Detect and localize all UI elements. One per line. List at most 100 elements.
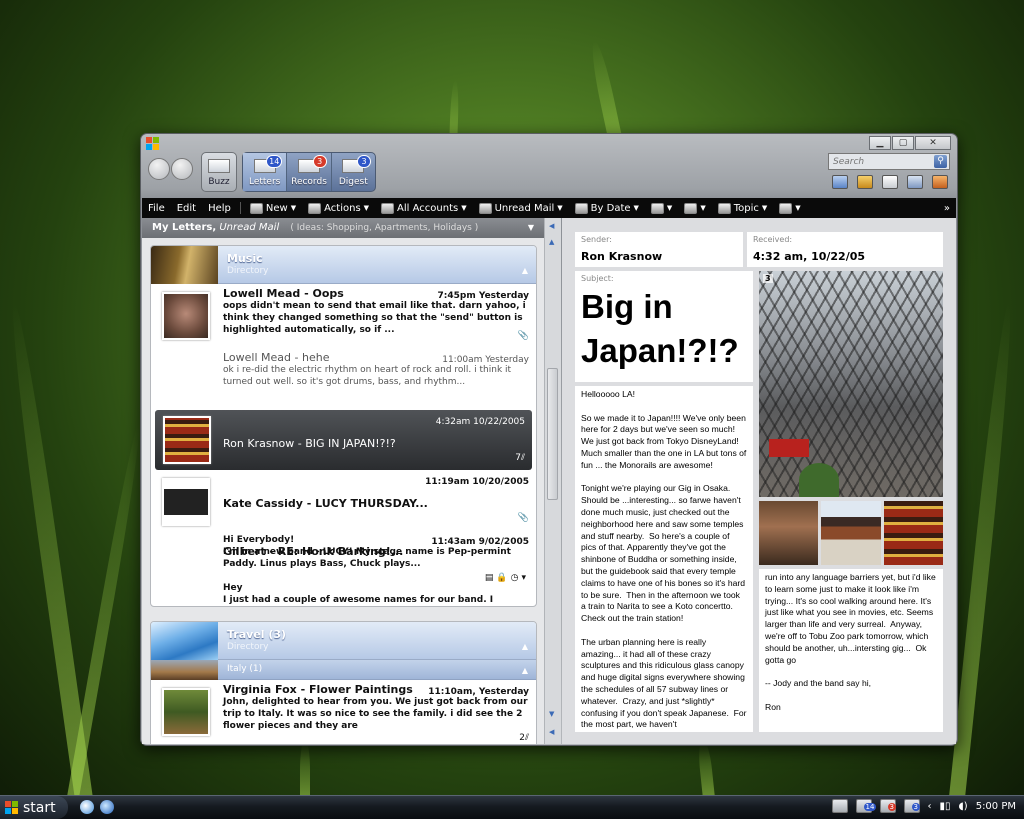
message-item[interactable]: Virginia Fox - Flower Paintings 11:10am,…: [151, 680, 536, 744]
group-travel: Travel (3) Directory ▲ Italy (1) ▲ Virgi…: [150, 621, 537, 744]
system-tray: 14 3 3 ‹ ▮▯ ◖) 5:00 PM: [831, 799, 1016, 813]
calendar-icon[interactable]: [832, 175, 848, 189]
view-letters-button[interactable]: 14 Letters: [243, 153, 288, 191]
forward-button[interactable]: [171, 158, 193, 180]
subject-label: Subject:: [581, 274, 614, 283]
message-body-column-1: Hellooooo LA! So we made it to Japan!!!!…: [575, 386, 753, 732]
photo-temple[interactable]: [821, 501, 881, 565]
view-letters-label: Letters: [248, 177, 281, 187]
group-header[interactable]: Travel (3) Directory ▲: [151, 622, 536, 660]
view-records-label: Records: [291, 177, 327, 187]
menu-new-label: New: [265, 202, 288, 214]
avatar: [162, 688, 210, 736]
menu-edit[interactable]: Edit: [171, 203, 202, 214]
message-item[interactable]: Kate Cassidy - LUCY THURSDAY... 11:19am …: [151, 470, 536, 569]
subgroup-italy[interactable]: Italy (1) ▲: [151, 660, 536, 680]
scroll-up-icon[interactable]: ◀: [549, 222, 554, 230]
chevron-up-icon[interactable]: ▲: [522, 642, 528, 651]
search-input[interactable]: [829, 154, 929, 169]
group-header[interactable]: Music Directory ▲: [151, 246, 536, 284]
document-icon[interactable]: [882, 175, 898, 189]
volume-icon[interactable]: ◖): [959, 801, 968, 812]
paperclip-icon: ⫽: [520, 453, 525, 463]
close-button[interactable]: ✕: [915, 136, 951, 150]
menu-separator: [239, 202, 241, 214]
start-button[interactable]: start: [0, 796, 68, 819]
menu-layout[interactable]: ▼: [678, 202, 711, 214]
attachment-count: 7⫽: [515, 452, 525, 464]
received-label: Received:: [753, 235, 793, 244]
view-digest-button[interactable]: 3 Digest: [332, 153, 375, 191]
message-item-selected[interactable]: Ron Krasnow - BIG IN JAPAN!?!? 4:32am 10…: [155, 410, 532, 509]
received-date: 4:32 am, 10/22/05: [753, 250, 866, 263]
notes-icon[interactable]: [857, 175, 873, 189]
message-item[interactable]: Lowell Mead - hehe 11:00am Yesterday ok …: [151, 348, 536, 410]
photo-display[interactable]: [884, 501, 943, 565]
attachment-icon: 📎: [517, 331, 529, 341]
mail-tray-icon[interactable]: [831, 799, 848, 813]
view-digest-label: Digest: [338, 177, 368, 187]
back-button[interactable]: [148, 158, 170, 180]
chevron-down-icon: ▼: [557, 204, 563, 212]
chevron-up-icon[interactable]: ▲: [522, 666, 528, 675]
menu-all-accounts[interactable]: All Accounts ▼: [375, 202, 473, 214]
message-time: 11:00am Yesterday: [442, 355, 529, 365]
message-action-icons: ▤🔒◷▾: [485, 560, 529, 584]
reading-pane: Sender: Ron Krasnow Received: 4:32 am, 1…: [562, 218, 956, 744]
menu-unread-mail[interactable]: Unread Mail ▼: [473, 202, 569, 214]
photo-train-station[interactable]: 3: [759, 271, 943, 497]
message-item[interactable]: Lowell Mead - Oops 7:45pm Yesterday oops…: [151, 284, 536, 348]
message-item[interactable]: Gilbert - RE: Honk Barking!... 11:43am 9…: [151, 530, 536, 605]
menu-overflow[interactable]: »: [938, 203, 956, 214]
view-records-button[interactable]: 3 Records: [287, 153, 332, 191]
network-icon[interactable]: ▮▯: [940, 801, 951, 812]
actions-icon: [308, 202, 322, 214]
menu-edit-label: Edit: [176, 202, 197, 214]
collapse-pane-icon[interactable]: ▲: [549, 238, 554, 246]
search-box: ⚲: [828, 153, 950, 170]
clock-icon[interactable]: ◷▾: [511, 573, 529, 583]
menu-new[interactable]: New ▼: [244, 202, 302, 214]
browser-icon[interactable]: [80, 800, 94, 814]
records-tray-icon[interactable]: 3: [879, 799, 896, 813]
menu-topic[interactable]: Topic ▼: [712, 202, 774, 214]
menu-actions[interactable]: Actions ▼: [302, 202, 375, 214]
letters-tray-icon[interactable]: 14: [855, 799, 877, 813]
chevron-up-icon[interactable]: ▲: [522, 266, 528, 275]
contacts-icon[interactable]: [907, 175, 923, 189]
menu-by-date[interactable]: By Date ▼: [569, 202, 645, 214]
list-header[interactable]: My Letters, Unread Mail ( Ideas: Shoppin…: [142, 218, 544, 238]
ocean-thumbnail: [151, 622, 218, 660]
scroll-thumb[interactable]: [547, 368, 558, 500]
maximize-button[interactable]: ▢: [892, 136, 914, 150]
chevron-down-icon[interactable]: ▼: [528, 218, 534, 238]
list-scrollbar[interactable]: ◀ ▲ ▼ ◀: [544, 218, 561, 744]
subject-text: Big in Japan!?!?: [581, 288, 739, 369]
view-buzz-label: Buzz: [208, 177, 230, 187]
settings-icon[interactable]: [932, 175, 948, 189]
note-icon[interactable]: ▤: [485, 573, 497, 583]
menu-help[interactable]: Help: [202, 203, 237, 214]
tray-expand-icon[interactable]: ‹: [928, 801, 932, 812]
view-buzz-button[interactable]: Buzz: [201, 152, 237, 192]
message-preview: Hey I just had a couple of awesome names…: [223, 583, 494, 605]
menu-sort-order[interactable]: ▼: [645, 202, 678, 214]
chevron-down-icon: ▼: [461, 204, 467, 212]
message-time: 4:32am 10/22/2005: [435, 417, 525, 427]
sender-name[interactable]: Ron Krasnow: [581, 250, 737, 263]
expand-pane-icon[interactable]: ◀: [549, 728, 554, 736]
menu-file[interactable]: File: [142, 203, 171, 214]
message-list-pane: My Letters, Unread Mail ( Ideas: Shoppin…: [142, 218, 544, 744]
minimize-button[interactable]: ▁: [869, 136, 891, 150]
digest-tray-icon[interactable]: 3: [903, 799, 920, 813]
search-icon[interactable]: ⚲: [934, 155, 947, 168]
internet-explorer-icon[interactable]: [100, 800, 114, 814]
clock[interactable]: 5:00 PM: [976, 801, 1016, 812]
menu-list-options[interactable]: ▼: [773, 202, 806, 214]
lock-icon[interactable]: 🔒: [496, 573, 510, 583]
scroll-down-icon[interactable]: ▼: [549, 710, 554, 718]
chevron-down-icon: ▼: [700, 204, 706, 212]
message-body-column-2: run into any language barriers yet, but …: [759, 569, 943, 732]
sender-label: Sender:: [581, 235, 612, 244]
photo-interior[interactable]: [759, 501, 818, 565]
